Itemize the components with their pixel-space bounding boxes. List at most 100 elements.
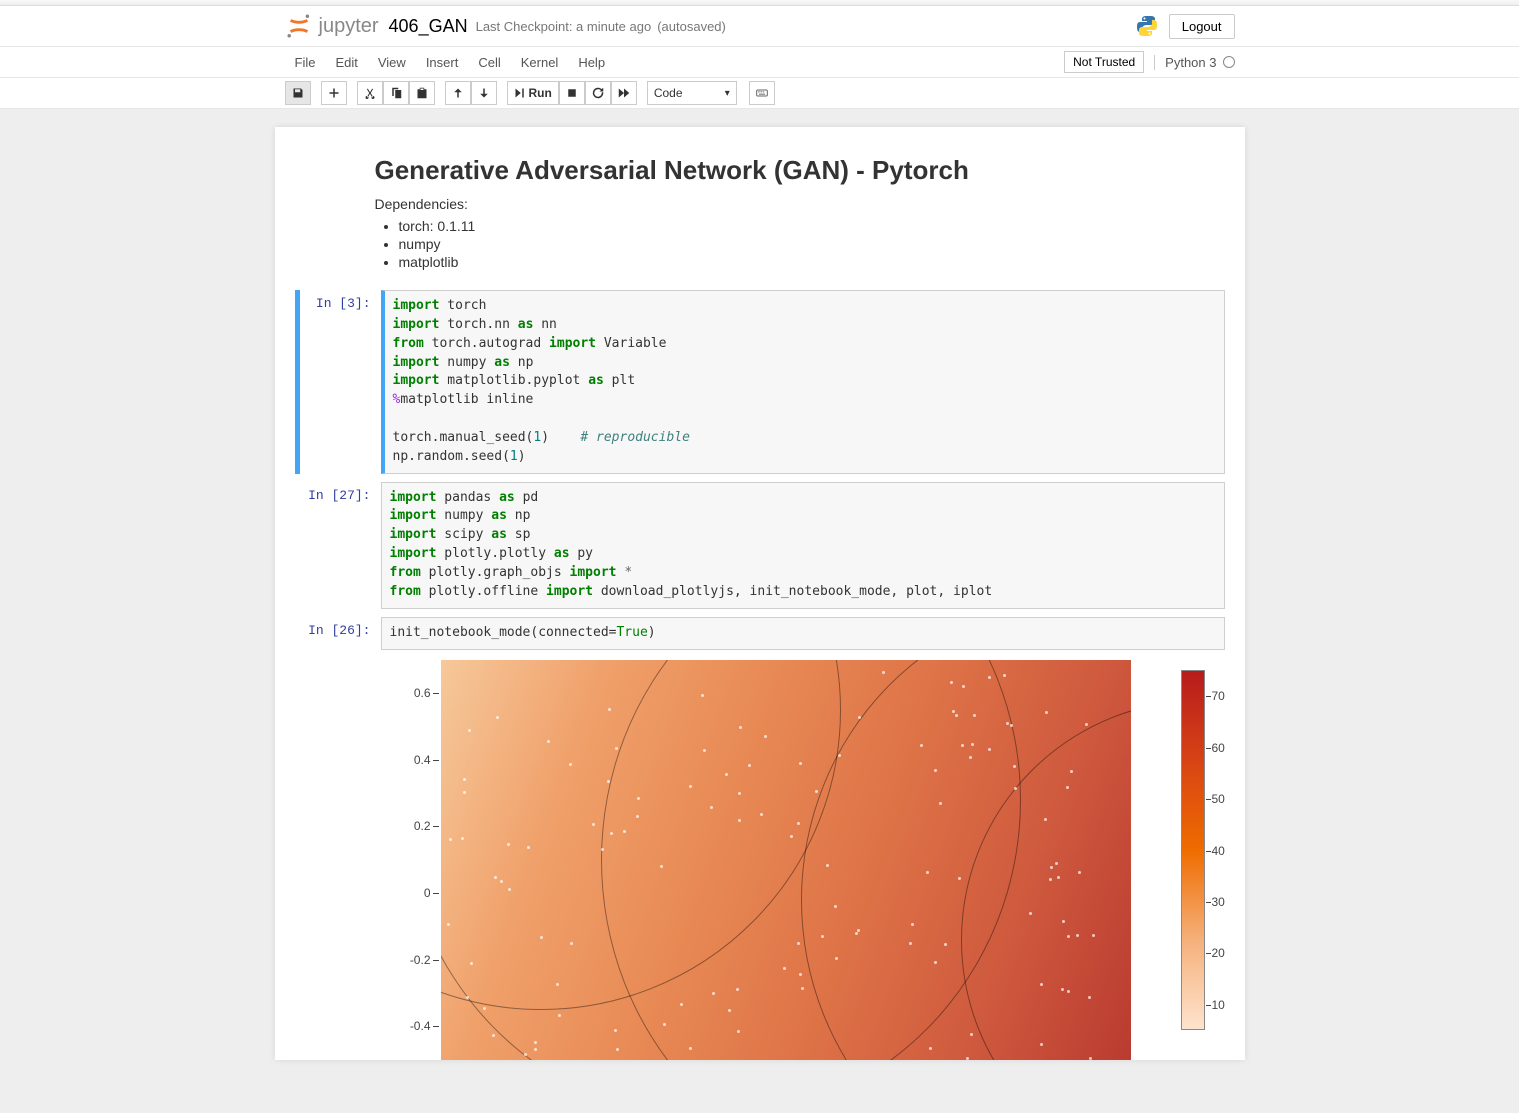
menubar: File Edit View Insert Cell Kernel Help N…	[0, 47, 1519, 78]
scatter-dot	[500, 880, 503, 883]
menu-insert[interactable]: Insert	[416, 50, 469, 75]
paste-icon	[416, 87, 428, 99]
code-cell[interactable]: In [3]: import torch import torch.nn as …	[295, 290, 1225, 474]
scatter-dot	[449, 838, 452, 841]
dep-item: matplotlib	[399, 254, 1195, 270]
checkpoint-status: Last Checkpoint: a minute ago	[476, 19, 652, 34]
scatter-dot	[461, 837, 464, 840]
notebook-background: Generative Adversarial Network (GAN) - P…	[0, 109, 1519, 1113]
menu-file[interactable]: File	[285, 50, 326, 75]
scatter-dot	[1010, 724, 1013, 727]
restart-button[interactable]	[585, 81, 611, 105]
heatmap-plot[interactable]	[441, 660, 1131, 1060]
scatter-dot	[1076, 934, 1079, 937]
scatter-dot	[1044, 818, 1047, 821]
menu-cell[interactable]: Cell	[468, 50, 510, 75]
command-palette-button[interactable]	[749, 81, 775, 105]
scatter-dot	[703, 749, 706, 752]
colorbar-tick-label: 10	[1212, 998, 1225, 1012]
scatter-dot	[815, 790, 818, 793]
scatter-dot	[1070, 770, 1073, 773]
scatter-dot	[737, 1030, 740, 1033]
code-cell[interactable]: In [27]: import pandas as pd import nump…	[295, 482, 1225, 609]
dep-item: torch: 0.1.11	[399, 218, 1195, 234]
celltype-select[interactable]: Code	[647, 81, 737, 105]
y-tick-label: 0	[424, 886, 431, 900]
scatter-dot	[939, 802, 942, 805]
kernel-idle-icon	[1223, 56, 1235, 68]
y-tick-label: 0.6	[414, 686, 431, 700]
scatter-dot	[1092, 934, 1095, 937]
scatter-dot	[689, 1047, 692, 1050]
colorbar-tick-label: 20	[1212, 946, 1225, 960]
y-tick-label: -0.4	[410, 1019, 431, 1033]
scatter-dot	[470, 962, 473, 965]
logout-button[interactable]: Logout	[1169, 14, 1235, 39]
restart-icon	[592, 87, 604, 99]
run-button[interactable]: Run	[507, 81, 559, 105]
colorbar-tick-label: 60	[1212, 741, 1225, 755]
markdown-cell[interactable]: Generative Adversarial Network (GAN) - P…	[375, 155, 1195, 270]
trust-button[interactable]: Not Trusted	[1064, 51, 1144, 73]
scatter-dot	[496, 716, 499, 719]
move-down-button[interactable]	[471, 81, 497, 105]
scatter-dot	[966, 1057, 969, 1060]
menu-view[interactable]: View	[368, 50, 416, 75]
python-logo-icon	[1135, 14, 1159, 38]
copy-icon	[390, 87, 402, 99]
deps-label: Dependencies:	[375, 196, 1195, 212]
menu-help[interactable]: Help	[568, 50, 615, 75]
scatter-dot	[1014, 787, 1017, 790]
scatter-dot	[614, 1029, 617, 1032]
cut-button[interactable]	[357, 81, 383, 105]
scatter-dot	[934, 961, 937, 964]
code-cell[interactable]: In [26]: init_notebook_mode(connected=Tr…	[295, 617, 1225, 650]
restart-run-all-button[interactable]	[611, 81, 637, 105]
scatter-dot	[540, 936, 543, 939]
scatter-dot	[797, 822, 800, 825]
code-input[interactable]: init_notebook_mode(connected=True)	[381, 617, 1225, 650]
scatter-dot	[1061, 988, 1064, 991]
scatter-dot	[801, 987, 804, 990]
scatter-dot	[569, 763, 572, 766]
notebook-container: Generative Adversarial Network (GAN) - P…	[275, 127, 1245, 1060]
colorbar-tick-label: 40	[1212, 844, 1225, 858]
cut-icon	[364, 87, 376, 99]
scatter-dot	[1045, 711, 1048, 714]
move-up-button[interactable]	[445, 81, 471, 105]
add-cell-button[interactable]	[321, 81, 347, 105]
colorbar-tick-label: 70	[1212, 689, 1225, 703]
run-label: Run	[529, 86, 552, 100]
y-tick-label: 0.4	[414, 753, 431, 767]
celltype-value: Code	[654, 86, 683, 100]
scatter-dot	[944, 943, 947, 946]
autosave-status: (autosaved)	[657, 19, 726, 34]
header: jupyter 406_GAN Last Checkpoint: a minut…	[0, 6, 1519, 47]
scatter-dot	[926, 871, 929, 874]
play-step-icon	[514, 87, 526, 99]
menu-edit[interactable]: Edit	[325, 50, 367, 75]
y-axis: 0.60.40.20-0.2-0.4	[381, 660, 439, 1060]
code-input[interactable]: import pandas as pd import numpy as np i…	[381, 482, 1225, 609]
plus-icon	[328, 87, 340, 99]
dep-item: numpy	[399, 236, 1195, 252]
scatter-dot	[610, 832, 613, 835]
code-input[interactable]: import torch import torch.nn as nn from …	[381, 290, 1225, 474]
keyboard-icon	[756, 87, 768, 99]
save-button[interactable]	[285, 81, 311, 105]
kernel-label: Python 3	[1165, 55, 1216, 70]
input-prompt: In [27]:	[295, 482, 381, 609]
paste-button[interactable]	[409, 81, 435, 105]
jupyter-brand[interactable]: jupyter	[319, 15, 379, 38]
scatter-dot	[739, 726, 742, 729]
interrupt-button[interactable]	[559, 81, 585, 105]
scatter-dot	[858, 716, 861, 719]
copy-button[interactable]	[383, 81, 409, 105]
scatter-dot	[660, 865, 663, 868]
menu-kernel[interactable]: Kernel	[511, 50, 569, 75]
scatter-dot	[929, 1047, 932, 1050]
notebook-name[interactable]: 406_GAN	[389, 16, 468, 37]
y-tick-label: 0.2	[414, 819, 431, 833]
input-prompt: In [3]:	[295, 290, 381, 474]
scatter-dot	[797, 942, 800, 945]
